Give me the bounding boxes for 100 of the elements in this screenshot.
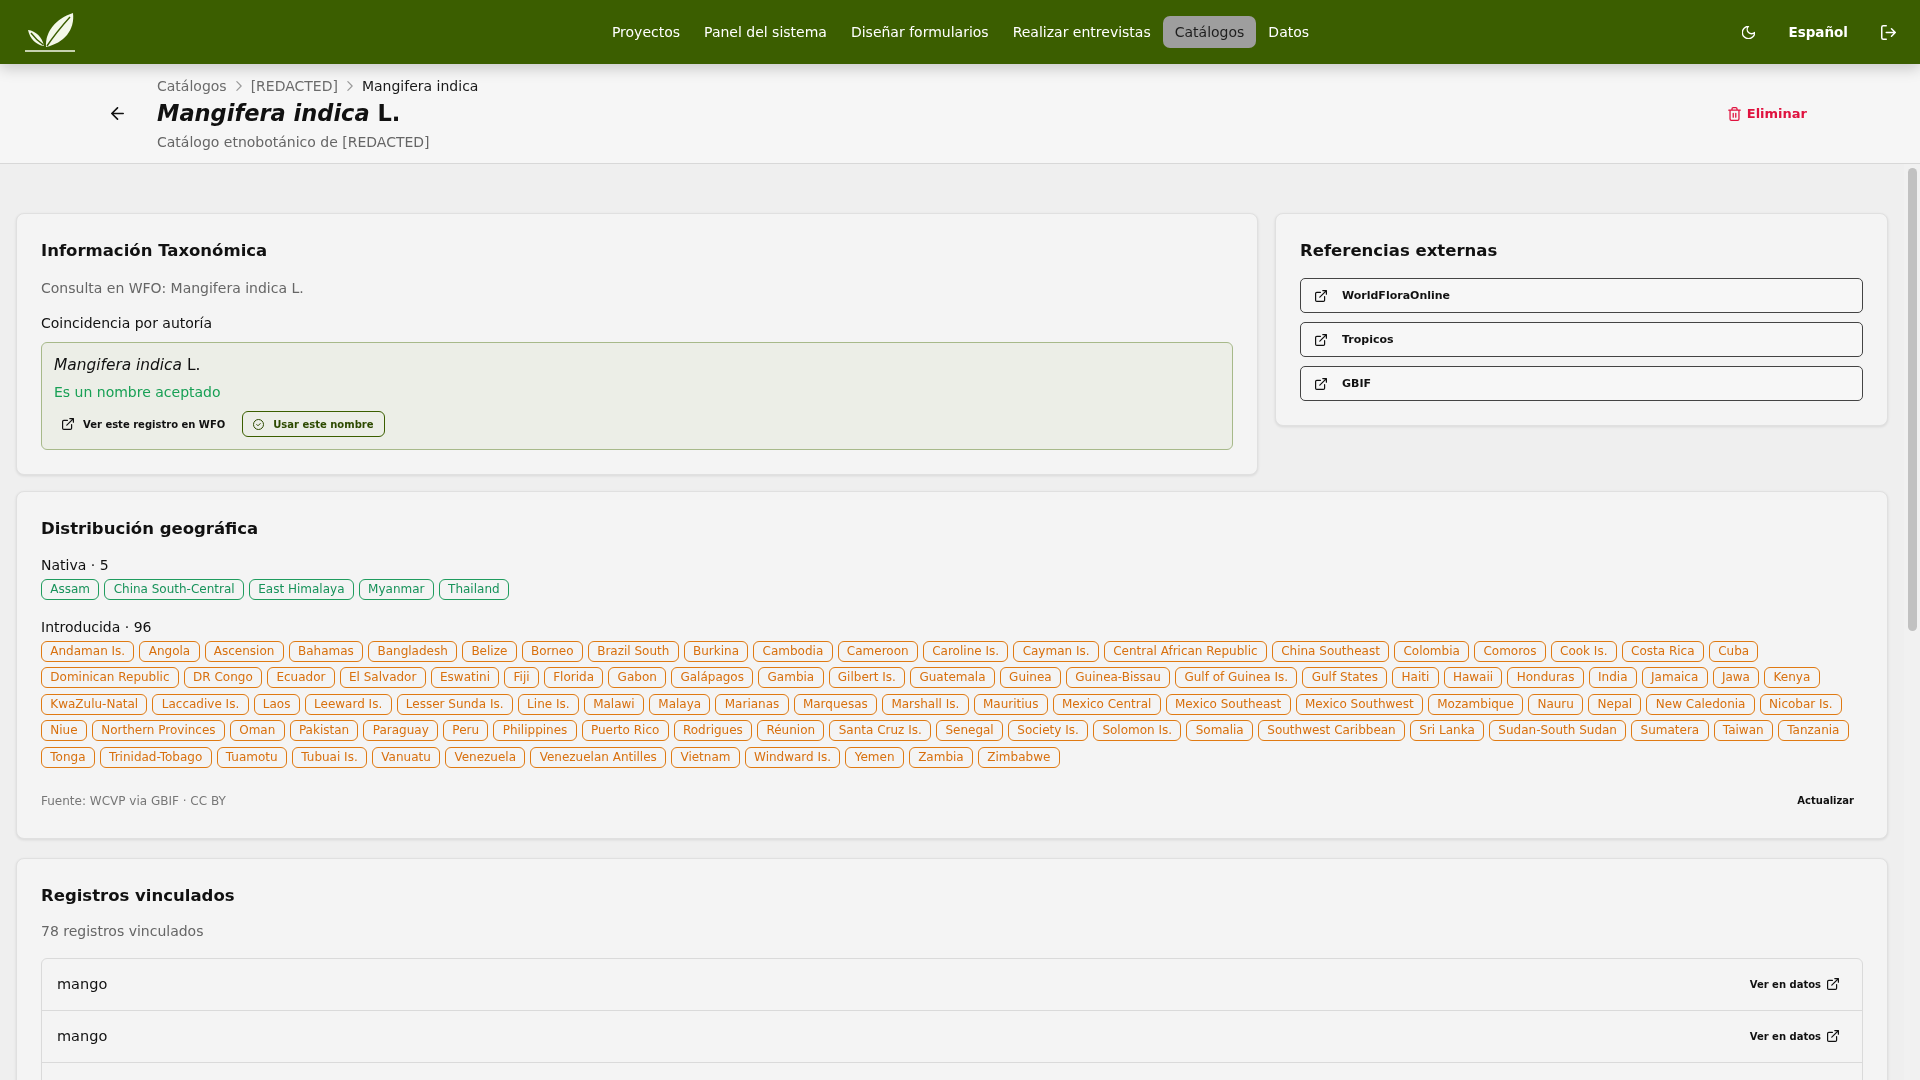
region-tag: Sumatera xyxy=(1631,720,1709,742)
region-tag: Bangladesh xyxy=(368,641,458,662)
chevron-right-icon xyxy=(235,80,242,91)
region-tag: Zambia xyxy=(908,746,973,768)
region-tag: Sudan-South Sudan xyxy=(1489,720,1627,742)
card-title: Información Taxonómica xyxy=(41,240,268,262)
region-tag: Pakistan xyxy=(289,720,359,742)
leaf-logo[interactable] xyxy=(25,12,75,52)
region-tag: India xyxy=(1588,667,1637,689)
region-tag: Bahamas xyxy=(288,641,364,662)
region-tag: Galápagos xyxy=(671,667,754,689)
trash-icon xyxy=(1727,106,1741,121)
query-text: Consulta en WFO: Mangifera indica L. xyxy=(41,279,304,298)
external-reference-link[interactable]: GBIF xyxy=(1300,366,1863,401)
region-tag: Taiwan xyxy=(1713,720,1773,742)
scrollbar-thumb[interactable] xyxy=(1907,168,1917,631)
region-tag: Society Is. xyxy=(1008,720,1089,742)
use-name-button[interactable]: Usar este nombre xyxy=(242,411,385,437)
external-reference-link[interactable]: Tropicos xyxy=(1300,322,1863,357)
region-tag: Zimbabwe xyxy=(978,746,1060,768)
region-tag: Line Is. xyxy=(517,693,579,715)
region-tag: Tonga xyxy=(41,746,95,768)
page-subtitle: Catálogo etnobotánico de [REDACTED] xyxy=(157,132,430,152)
region-group-label: Nativa · 5 xyxy=(41,556,109,575)
region-tag: Tuamotu xyxy=(216,746,287,768)
delete-button[interactable]: Eliminar xyxy=(1727,100,1807,127)
region-tag: Brazil South xyxy=(587,641,679,662)
external-reference-link[interactable]: WorldFloraOnline xyxy=(1300,278,1863,313)
region-tag: Honduras xyxy=(1507,667,1584,689)
region-tag: Peru xyxy=(443,720,489,742)
nav-link[interactable]: Proyectos xyxy=(599,16,693,48)
region-tag: Santa Cruz Is. xyxy=(829,720,932,742)
region-tag: Solomon Is. xyxy=(1093,720,1182,742)
region-tag: Comoros xyxy=(1474,641,1546,662)
region-tag: Paraguay xyxy=(363,720,439,742)
region-tag: Eswatini xyxy=(430,667,500,689)
chevron-right-icon xyxy=(346,80,353,91)
region-tag: Angola xyxy=(139,641,200,662)
region-tag: Southwest Caribbean xyxy=(1258,720,1405,742)
record-name: mango xyxy=(57,1027,108,1047)
region-tag: Tanzania xyxy=(1777,720,1849,742)
region-tag: Mexico Southwest xyxy=(1295,693,1423,715)
logout-icon[interactable] xyxy=(1881,24,1896,40)
source-note: Fuente: WCVP via GBIF · CC BY xyxy=(41,792,226,810)
species-name: Mangifera indica L. xyxy=(54,355,201,376)
region-tag: Cameroon xyxy=(837,641,918,662)
breadcrumb-item[interactable]: [REDACTED] xyxy=(250,75,338,96)
region-tag: Assam xyxy=(41,579,100,600)
region-tag: Cambodia xyxy=(753,641,833,662)
region-tag: Venezuela xyxy=(445,746,526,768)
region-tag: Ecuador xyxy=(267,667,335,689)
view-record-link[interactable]: Ver este registro en WFO xyxy=(54,411,234,437)
nav-link[interactable]: Diseñar formularios xyxy=(838,16,1001,48)
nav-link[interactable]: Catálogos xyxy=(1162,16,1257,48)
record-name: mango xyxy=(57,975,108,995)
region-tag: Sri Lanka xyxy=(1410,720,1485,742)
external-link-icon xyxy=(1827,978,1839,991)
region-tag: Oman xyxy=(229,720,285,742)
card-title: Registros vinculados xyxy=(41,884,235,907)
nav-link[interactable]: Datos xyxy=(1256,16,1322,48)
region-tag: Fiji xyxy=(504,667,539,689)
region-tag: Nauru xyxy=(1528,693,1584,715)
region-tag: Laccadive Is. xyxy=(152,693,249,715)
language-button[interactable]: Español xyxy=(1788,24,1848,40)
region-tag: Vanuatu xyxy=(372,746,441,768)
view-in-data-link[interactable]: Ver en datos xyxy=(1749,978,1839,991)
nav-link[interactable]: Panel del sistema xyxy=(692,16,839,48)
records-count: 78 registros vinculados xyxy=(41,921,204,941)
region-tag: Jawa xyxy=(1712,667,1760,689)
region-tag: Mexico Central xyxy=(1052,693,1161,715)
region-tag: Costa Rica xyxy=(1621,641,1704,662)
region-tag: Vietnam xyxy=(671,746,740,768)
external-link-icon xyxy=(1315,289,1327,302)
region-tag: Tubuai Is. xyxy=(291,746,367,768)
region-tag: Rodrigues xyxy=(673,720,753,742)
region-tag: Colombia xyxy=(1394,641,1470,662)
region-tag: Malaya xyxy=(649,693,711,715)
region-tag: Gilbert Is. xyxy=(828,667,906,689)
region-tag: Philippines xyxy=(493,720,577,742)
breadcrumb-item[interactable]: Mangifera indica xyxy=(361,75,479,96)
region-tag: Dominican Republic xyxy=(41,667,179,689)
region-group-label: Introducida · 96 xyxy=(41,618,152,637)
external-link-icon xyxy=(1315,333,1327,346)
region-tag: Marshall Is. xyxy=(882,693,969,715)
card-title: Referencias externas xyxy=(1300,240,1498,262)
moon-icon[interactable] xyxy=(1742,25,1756,39)
external-link-icon xyxy=(1827,1030,1839,1043)
back-arrow-icon[interactable] xyxy=(111,107,124,120)
region-tag: Marianas xyxy=(715,693,789,715)
region-tag: Puerto Rico xyxy=(581,720,669,742)
breadcrumb-item[interactable]: Catálogos xyxy=(157,75,227,96)
region-tag: Kenya xyxy=(1764,667,1820,689)
view-in-data-link[interactable]: Ver en datos xyxy=(1749,1030,1839,1043)
region-tag: Réunion xyxy=(757,720,825,742)
region-tag: Niue xyxy=(41,720,87,742)
region-tag: Nepal xyxy=(1588,693,1642,715)
region-tag: Nicobar Is. xyxy=(1759,693,1842,715)
refresh-button[interactable]: Actualizar xyxy=(1788,790,1863,812)
nav-link[interactable]: Realizar entrevistas xyxy=(1000,16,1163,48)
region-tag: Florida xyxy=(543,667,604,689)
